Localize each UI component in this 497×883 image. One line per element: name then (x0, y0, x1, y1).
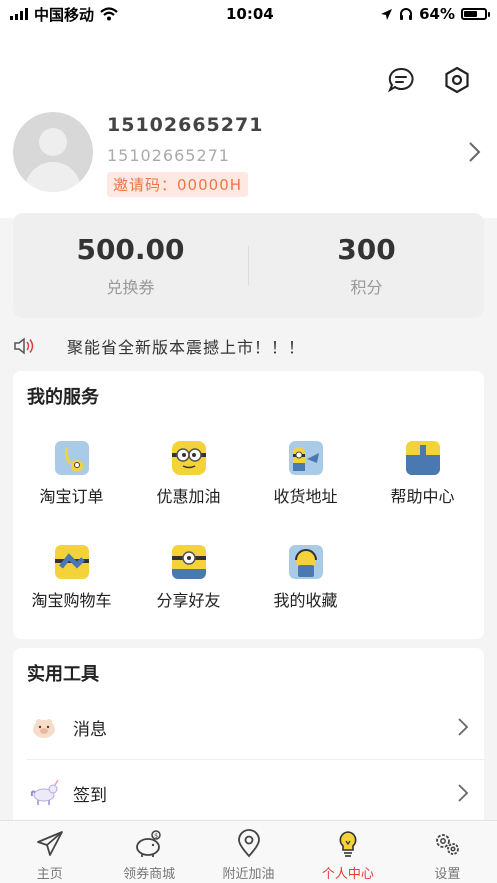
tab-personal-center[interactable]: 个人中心 (298, 821, 397, 883)
stats-card: 500.00 兑换券 300 积分 (13, 213, 484, 318)
profile-section[interactable]: 15102665271 15102665271 邀请码：00000H (13, 112, 483, 202)
stat-points[interactable]: 300 积分 (249, 233, 484, 298)
taobao-cart-icon (54, 545, 89, 579)
tab-bar: 主页 $ 领券商城 附近加油 个人中心 设置 (0, 820, 497, 883)
tab-nearby-fuel[interactable]: 附近加油 (199, 821, 298, 883)
service-label: 淘宝订单 (39, 487, 104, 506)
chevron-right-icon[interactable] (465, 140, 483, 164)
tool-divider (27, 759, 484, 760)
stat-label: 兑换券 (106, 278, 155, 297)
stat-value: 500.00 (76, 233, 185, 266)
avatar-head (39, 128, 67, 156)
battery-fill (464, 11, 477, 17)
service-label: 帮助中心 (390, 487, 455, 506)
service-taobao-order[interactable]: 淘宝订单 (13, 441, 130, 507)
message-pig-icon (33, 719, 55, 738)
service-favorites[interactable]: 我的收藏 (247, 545, 364, 611)
avatar[interactable] (13, 112, 93, 192)
battery-icon (461, 8, 490, 20)
service-help-center[interactable]: 帮助中心 (364, 441, 481, 507)
taobao-order-icon (54, 441, 89, 475)
stat-vouchers[interactable]: 500.00 兑换券 (13, 233, 248, 298)
invite-code-badge[interactable]: 邀请码：00000H (107, 172, 249, 197)
status-bar: 中国移动 10:04 64% (0, 0, 497, 28)
chevron-right-icon (458, 784, 469, 802)
service-label: 优惠加油 (156, 487, 221, 506)
invite-code: 00000H (177, 176, 243, 194)
headphones-icon (400, 8, 413, 20)
cell-signal-icon (10, 8, 28, 20)
speaker-icon (14, 337, 34, 355)
service-label: 分享好友 (156, 591, 221, 610)
stat-label: 积分 (350, 278, 383, 297)
svg-text:$: $ (154, 832, 158, 839)
location-arrow-icon (381, 8, 393, 20)
carrier-name: 中国移动 (34, 5, 95, 24)
status-time: 10:04 (226, 5, 274, 23)
piggy-bank-icon: $ (136, 830, 161, 857)
tab-home[interactable]: 主页 (0, 821, 99, 883)
services-title: 我的服务 (27, 387, 99, 408)
service-taobao-cart[interactable]: 淘宝购物车 (13, 545, 130, 611)
tab-label: 领券商城 (123, 867, 176, 882)
message-bubble-icon[interactable] (387, 66, 415, 94)
service-label: 我的收藏 (273, 591, 338, 610)
location-pin-icon (237, 829, 260, 858)
paper-plane-icon (36, 831, 63, 856)
settings-hexagon-icon[interactable] (443, 66, 471, 94)
tab-label: 附近加油 (222, 867, 275, 882)
help-center-icon (405, 441, 440, 475)
status-left: 中国移动 (10, 4, 118, 25)
service-shipping-address[interactable]: 收货地址 (247, 441, 364, 507)
stat-value: 300 (337, 233, 396, 266)
tool-row-messages[interactable]: 消息 (13, 696, 484, 758)
battery-percent: 64% (419, 5, 455, 23)
tool-row-checkin[interactable]: 签到 (13, 762, 484, 824)
tools-card: 实用工具 消息 签到 (13, 648, 484, 828)
profile-name: 15102665271 (107, 114, 264, 136)
share-friends-icon (171, 545, 206, 579)
lightbulb-icon (339, 831, 357, 857)
status-right: 64% (380, 5, 490, 23)
shipping-address-icon (288, 441, 323, 475)
notice-bar[interactable]: 聚能省全新版本震撼上市！！！ (13, 334, 483, 358)
tab-label: 个人中心 (321, 867, 374, 882)
discount-fuel-icon (171, 441, 206, 475)
tool-label: 消息 (73, 719, 107, 740)
invite-label: 邀请码： (113, 176, 178, 194)
services-card: 我的服务 淘宝订单 优惠加油 收货地址 帮助中心 淘宝购物车 分享好友 我的收藏 (13, 371, 484, 639)
service-label: 淘宝购物车 (31, 591, 112, 610)
tab-coupon-mall[interactable]: $ 领券商城 (99, 821, 198, 883)
tools-title: 实用工具 (27, 664, 99, 685)
gears-icon (436, 834, 460, 855)
tab-settings[interactable]: 设置 (398, 821, 497, 883)
wifi-icon (100, 7, 118, 21)
chevron-right-icon (458, 718, 469, 736)
tab-label: 设置 (434, 867, 461, 882)
favorites-icon (288, 545, 323, 579)
service-discount-fuel[interactable]: 优惠加油 (130, 441, 247, 507)
checkin-unicorn-icon (30, 779, 59, 805)
notice-text: 聚能省全新版本震撼上市！！！ (67, 338, 306, 357)
tool-label: 签到 (73, 785, 107, 806)
header-actions (387, 66, 471, 94)
tab-label: 主页 (36, 867, 63, 882)
profile-phone: 15102665271 (107, 146, 230, 165)
avatar-body (25, 162, 81, 192)
service-label: 收货地址 (273, 487, 338, 506)
service-share-friends[interactable]: 分享好友 (130, 545, 247, 611)
